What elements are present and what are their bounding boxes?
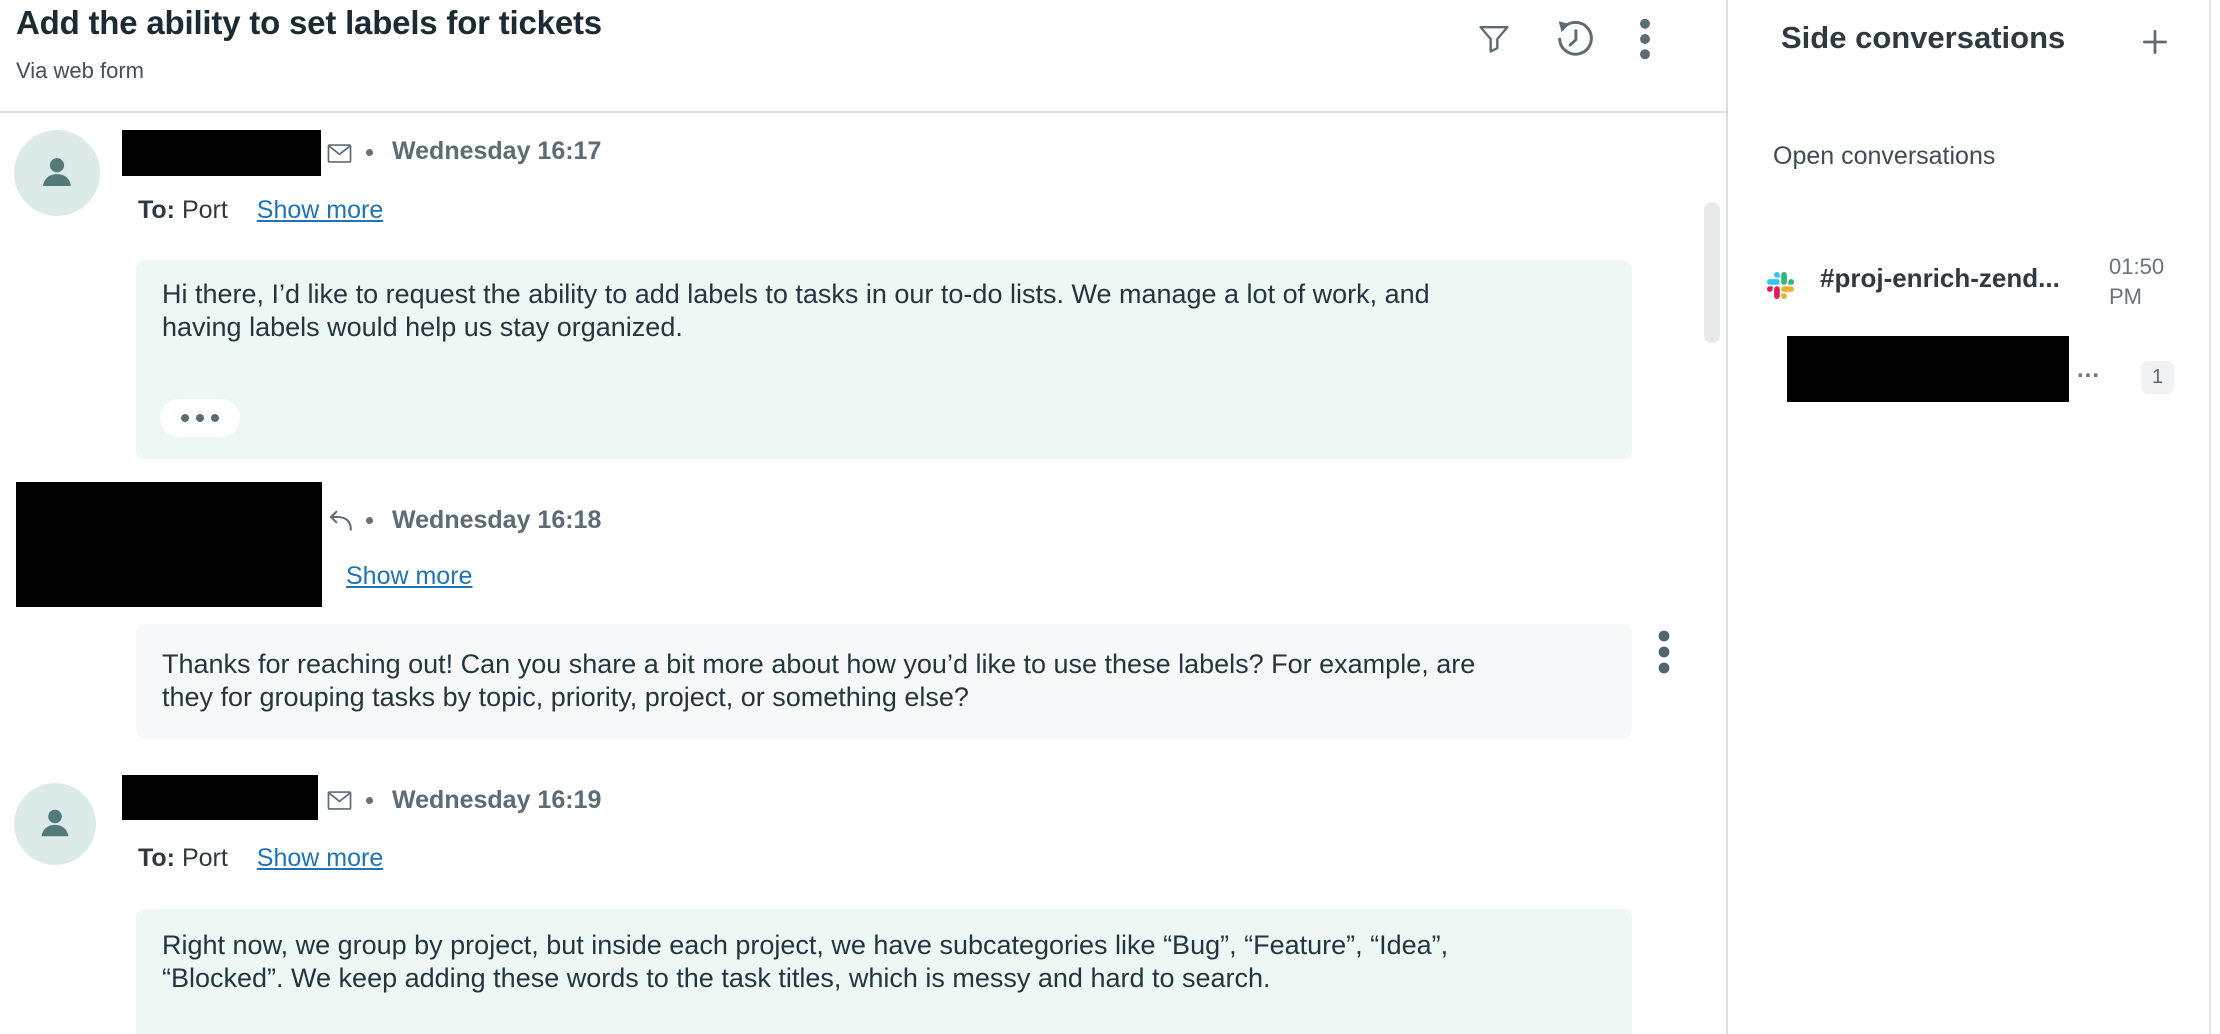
- side-conversations-panel: Side conversations Open conversations #p…: [1728, 0, 2220, 1034]
- message-timestamp: Wednesday 16:19: [392, 783, 601, 817]
- side-conversations-title: Side conversations: [1781, 20, 2065, 56]
- message-text-line: Thanks for reaching out! Can you share a…: [162, 648, 1606, 681]
- dot-separator: [366, 797, 373, 804]
- conversation-scrollbar-thumb[interactable]: [1704, 202, 1720, 343]
- add-icon: [2140, 45, 2170, 60]
- recipient-line: To: Port Show more: [138, 196, 383, 225]
- side-conversation-channel: #proj-enrich-zend...: [1820, 263, 2060, 294]
- side-panel-scroll-track: [2209, 0, 2211, 1034]
- show-more-link[interactable]: Show more: [257, 196, 383, 224]
- side-conversation-item[interactable]: #proj-enrich-zend... 01:50 PM ... 1: [1750, 244, 2190, 424]
- message-text-line: they for grouping tasks by topic, priori…: [162, 681, 1606, 714]
- email-channel-icon: [326, 787, 353, 814]
- ticket-title: Add the ability to set labels for ticket…: [16, 4, 602, 42]
- redacted-author-name: [122, 130, 321, 176]
- show-more-link[interactable]: Show more: [257, 844, 383, 872]
- overflow-menu-icon: [1630, 48, 1660, 63]
- ellipsis-icon: [181, 414, 189, 422]
- person-icon: [33, 800, 77, 849]
- open-conversations-heading: Open conversations: [1773, 142, 1995, 171]
- history-icon: [1552, 50, 1599, 65]
- filter-icon: [1475, 46, 1513, 61]
- to-value: Port: [182, 196, 228, 224]
- preview-ellipsis: ...: [2077, 356, 2100, 384]
- ticket-workspace: Add the ability to set labels for ticket…: [0, 0, 2220, 1034]
- overflow-menu-icon: [1650, 662, 1678, 677]
- slack-icon: [1767, 272, 1794, 299]
- email-channel-icon: [326, 140, 353, 167]
- dot-separator: [366, 517, 373, 524]
- message-overflow-menu-button[interactable]: [1650, 630, 1678, 674]
- message-text-line: Hi there, I’d like to request the abilit…: [162, 278, 1606, 311]
- to-label: To:: [138, 196, 175, 224]
- to-value: Port: [182, 844, 228, 872]
- message-text-line: “Blocked”. We keep adding these words to…: [162, 962, 1606, 995]
- show-trimmed-content-button[interactable]: [160, 399, 240, 437]
- customer-message-bubble: Right now, we group by project, but insi…: [136, 909, 1632, 1034]
- message-text-line: Right now, we group by project, but insi…: [162, 929, 1606, 962]
- ticket-channel-subtitle: Via web form: [16, 58, 144, 84]
- dot-separator: [366, 149, 373, 156]
- customer-message-bubble: Hi there, I’d like to request the abilit…: [136, 260, 1632, 459]
- agent-message-bubble: Thanks for reaching out! Can you share a…: [136, 624, 1632, 739]
- avatar: [14, 783, 96, 865]
- person-icon: [34, 148, 80, 199]
- to-label: To:: [138, 844, 175, 872]
- header-divider: [0, 111, 1726, 113]
- add-side-conversation-button[interactable]: [2133, 20, 2177, 64]
- show-more-link[interactable]: Show more: [346, 562, 472, 591]
- avatar: [14, 130, 100, 216]
- filter-conversation-button[interactable]: [1475, 20, 1513, 58]
- message-text-line: having labels would help us stay organiz…: [162, 311, 1606, 344]
- recipient-line: To: Port Show more: [138, 844, 383, 873]
- message-timestamp: Wednesday 16:17: [392, 134, 601, 168]
- ticket-events-button[interactable]: [1552, 15, 1599, 62]
- message-timestamp: Wednesday 16:18: [392, 503, 601, 537]
- side-conversation-time: 01:50 PM: [2109, 252, 2181, 312]
- redacted-author-name: [122, 775, 318, 820]
- reply-icon: [325, 504, 356, 537]
- unread-count-badge: 1: [2141, 361, 2174, 394]
- ticket-overflow-menu-button[interactable]: [1630, 18, 1660, 60]
- redacted-preview-text: [1787, 336, 2069, 402]
- redacted-author-block: [16, 482, 322, 607]
- ticket-conversation-pane: Add the ability to set labels for ticket…: [0, 0, 1726, 1034]
